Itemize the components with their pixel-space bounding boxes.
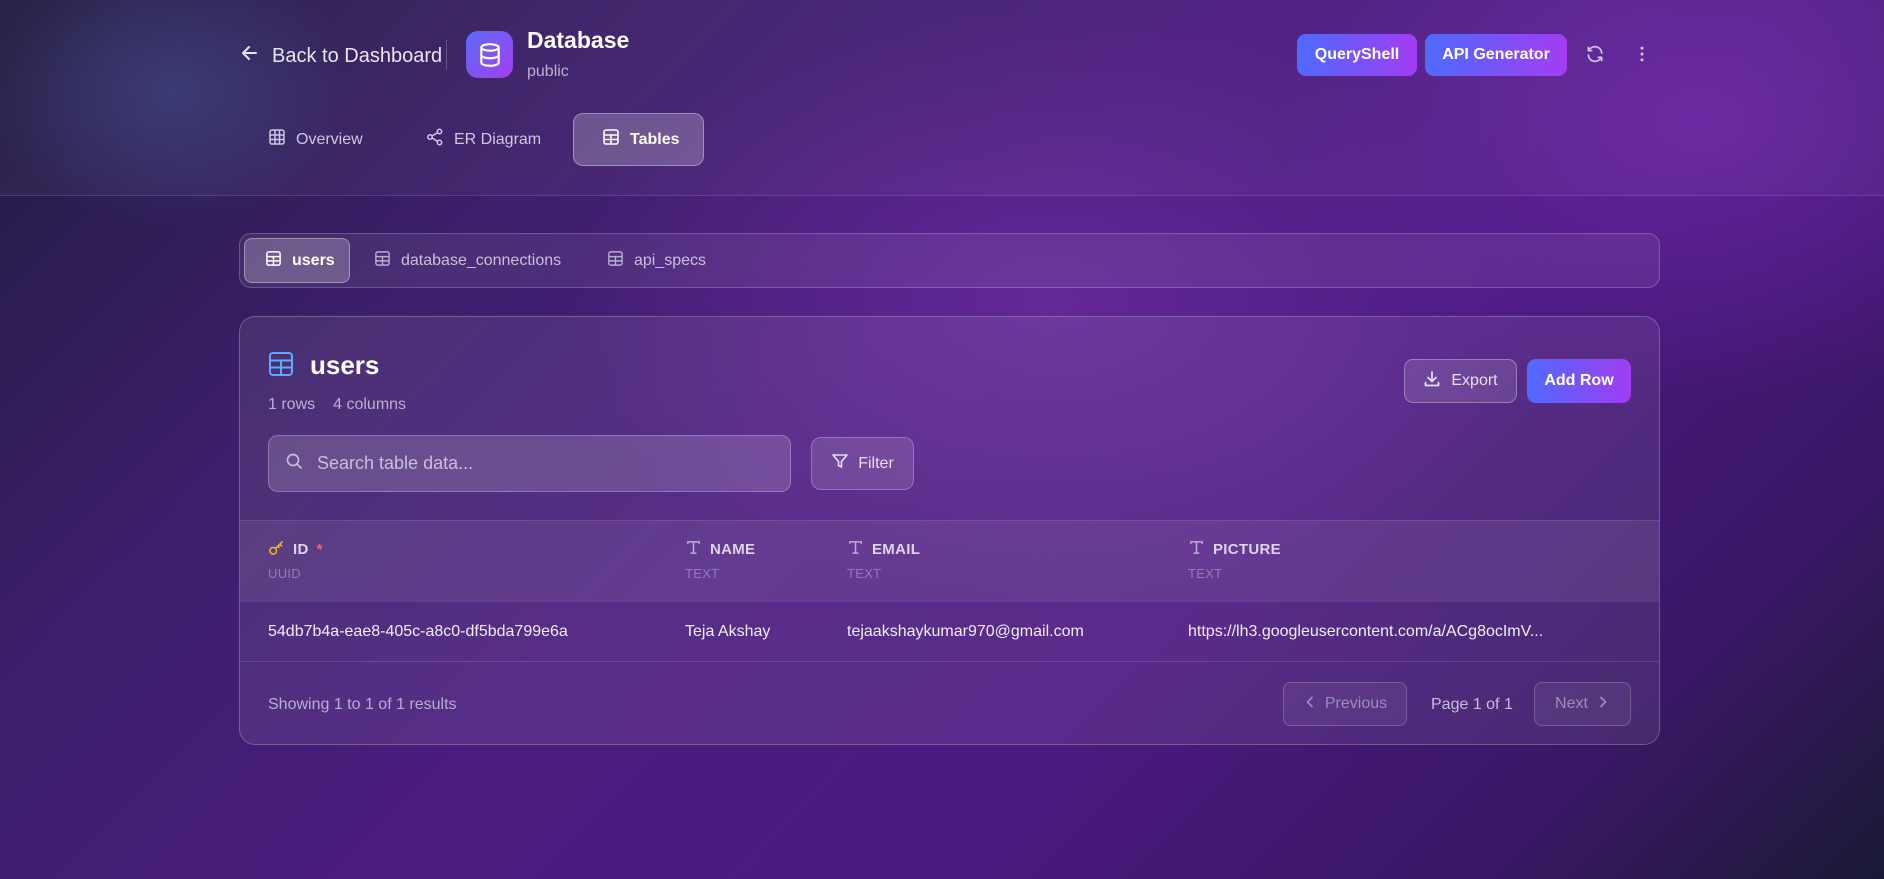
search-icon (285, 452, 303, 475)
export-button[interactable]: Export (1404, 359, 1517, 403)
page-title: Database (527, 27, 630, 53)
tab-tables-label: Tables (630, 130, 680, 148)
table-tab-api-specs[interactable]: api_specs (587, 238, 726, 283)
row-count: 1 rows (268, 396, 316, 413)
table-tab-database-connections-label: database_connections (401, 251, 562, 269)
next-button[interactable]: Next (1534, 682, 1631, 726)
back-to-dashboard-link[interactable]: Back to Dashboard (240, 42, 442, 70)
column-type: TEXT (685, 566, 720, 581)
add-row-button[interactable]: Add Row (1527, 359, 1631, 403)
table-header: ID * UUID NAME TEXT EMAIL TEXT PICTURE T… (240, 520, 1659, 601)
column-name: EMAIL (872, 541, 921, 558)
refresh-icon[interactable] (1581, 40, 1609, 68)
page-indicator: Page 1 of 1 (1431, 696, 1513, 713)
queryshell-button[interactable]: QueryShell (1297, 34, 1417, 76)
more-vertical-icon[interactable] (1628, 40, 1656, 68)
key-icon (268, 539, 285, 560)
column-header-name[interactable]: NAME TEXT (685, 539, 755, 581)
table-tab-api-specs-label: api_specs (634, 251, 707, 269)
chevron-right-icon (1596, 695, 1610, 714)
tab-overview-label: Overview (296, 130, 363, 148)
table-tab-users-label: users (292, 251, 335, 269)
download-icon (1423, 370, 1441, 393)
required-mark: * (316, 541, 323, 558)
tab-overview[interactable]: Overview (244, 113, 387, 166)
export-label: Export (1451, 372, 1498, 389)
back-to-dashboard-label: Back to Dashboard (272, 44, 443, 67)
column-name: PICTURE (1213, 541, 1281, 558)
cell-picture[interactable]: https://lh3.googleusercontent.com/a/ACg8… (1188, 623, 1543, 641)
tab-er-diagram[interactable]: ER Diagram (402, 113, 565, 166)
next-label: Next (1555, 695, 1588, 712)
table-icon (607, 250, 624, 272)
table-meta: 1 rows 4 columns (268, 396, 406, 414)
table-title: users (310, 350, 380, 380)
header-band (0, 0, 1884, 196)
share-icon (426, 128, 444, 151)
api-generator-button[interactable]: API Generator (1425, 34, 1567, 76)
arrow-left-icon (240, 43, 260, 69)
table-tab-database-connections[interactable]: database_connections (354, 238, 581, 283)
column-count: 4 columns (333, 396, 407, 413)
filter-label: Filter (858, 454, 894, 472)
filter-icon (831, 452, 849, 475)
previous-button[interactable]: Previous (1283, 682, 1407, 726)
table-row[interactable]: 54db7b4a-eae8-405c-a8c0-df5bda799e6a Tej… (240, 601, 1659, 662)
cell-name[interactable]: Teja Akshay (685, 623, 770, 641)
header-divider (446, 40, 447, 70)
column-type: UUID (268, 566, 301, 581)
column-header-email[interactable]: EMAIL TEXT (847, 539, 920, 581)
grid-icon (268, 128, 286, 151)
table-card: users 1 rows 4 columns Export Add Row Fi… (239, 316, 1660, 745)
column-header-picture[interactable]: PICTURE TEXT (1188, 539, 1281, 581)
table-tab-users[interactable]: users (244, 238, 350, 283)
filter-button[interactable]: Filter (811, 437, 914, 490)
previous-label: Previous (1324, 695, 1388, 712)
cell-id[interactable]: 54db7b4a-eae8-405c-a8c0-df5bda799e6a (268, 623, 568, 641)
column-name: NAME (710, 541, 756, 558)
tab-er-diagram-label: ER Diagram (454, 130, 542, 148)
database-icon (466, 31, 513, 78)
table-search (268, 435, 791, 492)
results-summary: Showing 1 to 1 of 1 results (268, 696, 457, 713)
text-type-icon (847, 539, 864, 560)
table-icon (374, 250, 391, 272)
schema-name: public (527, 63, 569, 80)
column-name: ID (293, 541, 309, 558)
table-icon (602, 128, 620, 151)
search-input[interactable] (317, 453, 757, 474)
tab-tables[interactable]: Tables (573, 113, 704, 166)
cell-email[interactable]: tejaakshaykumar970@gmail.com (847, 623, 1084, 641)
column-type: TEXT (847, 566, 882, 581)
table-tabs-bar: users database_connections api_specs (239, 233, 1660, 288)
text-type-icon (1188, 539, 1205, 560)
column-type: TEXT (1188, 566, 1223, 581)
table-icon (268, 351, 294, 377)
column-header-id[interactable]: ID * UUID (268, 539, 323, 581)
table-icon (265, 250, 282, 272)
text-type-icon (685, 539, 702, 560)
chevron-left-icon (1303, 695, 1317, 714)
